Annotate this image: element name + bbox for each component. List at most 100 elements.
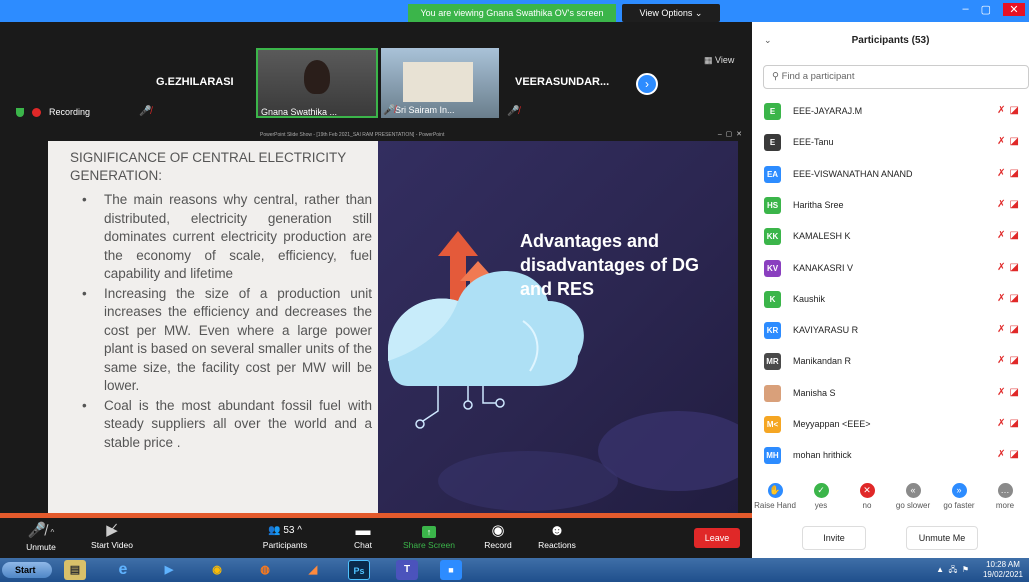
search-placeholder: Find a participant [781,71,855,82]
slide-bullet: Increasing the size of a production unit… [82,285,372,396]
reaction-label: yes [814,501,828,510]
find-participant-input[interactable]: ⚲ Find a participant [763,65,1029,89]
record-label: Record [484,540,512,550]
maximize-button[interactable]: ▢ [981,3,991,16]
minimize-button[interactable]: – [962,3,968,16]
record-dot-icon [32,107,41,117]
video-thumbnail[interactable]: Sri Sairam In... 🎤̸ [381,48,499,118]
reaction-go-faster-button[interactable]: » go faster [936,483,982,510]
muted-mic-icon: 🎤̸ ^ [27,522,55,539]
start-video-button[interactable]: ▶̸ Start Video [84,522,140,550]
video-thumbnail[interactable]: G.EZHILARASI 🎤̸ [133,48,251,118]
avatar: MR [764,353,781,371]
avatar: E [764,103,781,120]
muted-mic-video-off-icon: ✗◪ [997,136,1023,148]
smiley-icon: ☻ [549,522,565,539]
avatar: KV [764,259,781,277]
start-button[interactable]: Start [2,562,52,578]
avatar: KR [764,322,781,340]
clock-date: 19/02/2021 [982,570,1023,579]
share-screen-button[interactable]: ↑ Share Screen [400,522,458,550]
participant-row[interactable]: M< Meyyappan <EEE> ✗◪ [752,411,1029,439]
participant-name: EEE-JAYARAJ.M [793,106,863,116]
participants-button[interactable]: 👥 53 ^ Participants [254,522,316,550]
participant-row[interactable]: KK KAMALESH K ✗◪ [752,223,1029,251]
participant-name: Manikandan R [793,356,852,367]
powerpoint-title-bar: PowerPoint Slide Show - [19th Feb 2021_S… [0,129,752,141]
reaction-go-slower-button[interactable]: « go slower [890,483,936,510]
muted-mic-video-off-icon: ✗◪ [997,261,1023,273]
building-image [403,62,473,102]
participant-name: Kaushik [793,293,826,304]
participant-row[interactable]: EA EEE-VISWANATHAN ANAND ✗◪ [752,161,1029,189]
unmute-me-button[interactable]: Unmute Me [906,526,978,550]
avatar: MH [764,447,781,465]
record-button[interactable]: ◉ Record [478,522,518,550]
participant-row[interactable]: E EEE-JAYARAJ.M ✗◪ [752,98,1029,126]
participant-row[interactable]: MR Manikandan R ✗◪ [752,348,1029,376]
view-label: View [715,55,735,65]
participant-row[interactable]: KR KAVIYARASU R ✗◪ [752,317,1029,345]
photoshop-icon[interactable]: Ps [348,560,370,580]
participant-row[interactable]: Manisha S ✗◪ [752,380,1029,408]
firefox-icon[interactable]: ◍ [254,560,276,580]
participants-icon: 👥 53 ^ [268,525,302,536]
participant-row[interactable]: K Kaushik ✗◪ [752,286,1029,314]
reaction-no-button[interactable]: ✕ no [844,483,890,510]
participant-name: EEE-VISWANATHAN ANAND [793,168,913,179]
powerpoint-title: PowerPoint Slide Show - [19th Feb 2021_S… [260,132,445,138]
muted-mic-video-off-icon: ✗◪ [997,418,1023,429]
muted-mic-video-off-icon: ✗◪ [997,324,1023,336]
participants-panel: ⌄ Participants (53) ⚲ Find a participant… [752,22,1029,558]
shield-icon [16,107,24,117]
reaction-icon: ✓ [813,483,829,498]
slide-graphic-panel: Advantages and disadvantages of DG and R… [378,141,738,513]
video-thumbnail[interactable]: VEERASUNDAR... 🎤̸ [503,48,621,118]
recording-label: Recording [49,107,91,117]
invite-button[interactable]: Invite [802,526,866,550]
slide-text-panel: SIGNIFICANCE OF CENTRAL ELECTRICITY GENE… [48,141,378,513]
reaction-icon: ✕ [859,483,875,498]
slide-right-heading: Advantages and disadvantages of DG and R… [520,231,700,299]
media-player-icon[interactable]: ▶ [158,560,180,580]
leave-button[interactable]: Leave [694,528,740,548]
muted-mic-video-off-icon: ✗◪ [997,105,1023,116]
participant-row[interactable]: HS Haritha Sree ✗◪ [752,192,1029,220]
presentation-slide: SIGNIFICANCE OF CENTRAL ELECTRICITY GENE… [48,141,738,513]
participant-name: VEERASUNDAR... [515,76,610,88]
video-thumbnail-active-speaker[interactable]: Gnana Swathika ... [256,48,378,118]
next-page-arrow-icon[interactable]: › [636,73,658,95]
participant-name: EEE-Tanu [793,137,834,148]
reaction-more-button[interactable]: … more [982,483,1028,510]
window-controls: – ▢ ✕ [962,3,1025,16]
reaction-raise-hand-button[interactable]: ✋ Raise Hand [752,483,798,510]
participant-row[interactable]: E EEE-Tanu ✗◪ [752,129,1029,157]
slide-heading: SIGNIFICANCE OF CENTRAL ELECTRICITY GENE… [70,150,347,183]
matlab-icon[interactable]: ◢ [302,560,324,580]
share-screen-icon: ↑ [400,522,458,540]
chat-button[interactable]: ▬ Chat [348,522,378,550]
reaction-label: no [862,501,872,510]
muted-mic-video-off-icon: ✗◪ [997,386,1023,398]
unmute-button[interactable]: 🎤̸ ^ Unmute [18,522,64,552]
file-explorer-icon[interactable]: ▤ [64,560,86,580]
slide-bullet-list: The main reasons why central, rather tha… [82,191,372,453]
teams-icon[interactable]: T [396,560,418,580]
reactions-button[interactable]: ☻ Reactions [534,522,580,550]
view-options-button[interactable]: View Options ⌄ [622,4,720,22]
view-toggle[interactable]: ▦ View [704,55,734,66]
zoom-icon[interactable]: ■ [440,560,462,580]
clock[interactable]: 10:28 AM 19/02/2021 [983,560,1023,580]
muted-mic-icon: 🎤̸ [139,106,152,117]
chrome-icon[interactable]: ◉ [206,560,228,580]
share-screen-label: Share Screen [403,540,455,550]
reaction-label: go faster [943,501,975,510]
reaction-yes-button[interactable]: ✓ yes [798,483,844,510]
system-tray: ▲ 🖧 ⚑ [936,565,969,574]
close-button[interactable]: ✕ [1003,3,1025,16]
muted-mic-video-off-icon: ✗◪ [997,198,1023,210]
internet-explorer-icon[interactable]: e [112,560,134,580]
avatar [764,384,781,402]
participant-row[interactable]: MH mohan hrithick ✗◪ [752,442,1029,470]
participant-row[interactable]: KV KANAKASRI V ✗◪ [752,255,1029,283]
